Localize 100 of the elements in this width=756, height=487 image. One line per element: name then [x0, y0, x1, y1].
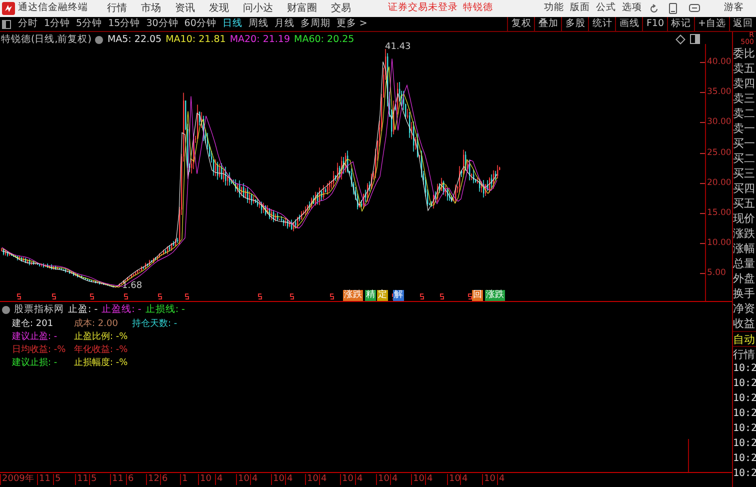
quote-label: 收益 [733, 316, 756, 331]
app-logo-icon [2, 2, 15, 15]
event-marker-icon[interactable] [420, 293, 424, 300]
date-label: 10 [271, 474, 284, 485]
period-tab[interactable]: 60分钟 [181, 17, 220, 31]
date-label: 10 [376, 474, 390, 485]
date-label: 11 [110, 474, 124, 485]
event-marker-icon[interactable] [124, 293, 128, 300]
period-tab[interactable]: 1分钟 [41, 17, 74, 31]
time-label: 10:2 [733, 422, 756, 436]
quote-label: 换手 [733, 286, 756, 301]
mode-tab[interactable]: 自动 [733, 331, 756, 346]
menu-item[interactable]: 功能 [544, 1, 564, 16]
date-label: 2009年 [0, 474, 34, 485]
quote-label: 总量 [733, 256, 756, 271]
low-price-label: 1.68 [122, 281, 142, 291]
indicator-field: 持仓天数: - [132, 318, 178, 330]
event-marker-icon[interactable] [90, 293, 94, 300]
toolbar-button[interactable]: +自选 [694, 17, 729, 31]
event-marker-icon[interactable] [17, 293, 21, 300]
date-label: 10 [411, 474, 424, 485]
moving-average-label: MA10: 21.81 [166, 33, 226, 47]
date-label: 4 [390, 474, 398, 485]
time-label: 10:2 [733, 392, 756, 406]
period-tab[interactable]: 多周期 [297, 17, 334, 31]
indicator-value: 止损线: - [145, 303, 185, 317]
moving-average-label: MA20: 21.19 [230, 33, 290, 47]
indicator-field: 止盈比例: -% [74, 331, 128, 343]
toolbar-button[interactable]: 统计 [588, 17, 616, 31]
quote-label: 现价 [733, 211, 756, 226]
event-marker-icon[interactable] [158, 293, 162, 300]
indicator-field: 止损幅度: -% [74, 357, 128, 369]
toolbar-button[interactable]: 画线 [615, 17, 642, 31]
toolbar-button[interactable]: 多股 [561, 17, 588, 31]
panel-toggle-icon[interactable] [2, 20, 11, 28]
quote-label: 买二 [733, 151, 756, 166]
menu-item[interactable]: 选项 [622, 1, 642, 16]
menu-item[interactable]: 行情 [107, 1, 127, 16]
axis-label: 10.00 [707, 238, 732, 248]
quote-label: 涨幅 [733, 241, 756, 256]
date-label: 4 [497, 474, 505, 485]
toolbar-button[interactable]: 复权 [507, 17, 534, 31]
period-tab[interactable]: 5分钟 [73, 17, 106, 31]
date-label: 5 [53, 474, 61, 485]
menu-item[interactable]: 发现 [209, 1, 229, 16]
axis-label: 5.00 [707, 268, 726, 278]
quote-label: 涨跌 [733, 226, 756, 241]
quote-label: 卖四 [733, 76, 756, 91]
quote-label: 卖二 [733, 106, 756, 121]
period-tab[interactable]: 15分钟 [105, 17, 144, 31]
toolbar-button[interactable]: 标记 [667, 17, 694, 31]
quote-label: 委比 [733, 46, 756, 61]
message-icon[interactable] [689, 4, 700, 13]
indicator-field: 建议止损: - [12, 357, 58, 369]
period-tab[interactable]: 周线 [245, 17, 272, 31]
axis-label: 30.00 [707, 117, 732, 128]
event-marker-icon[interactable] [468, 293, 472, 300]
toolbar-button[interactable]: 返回 [729, 17, 756, 31]
period-tab[interactable]: 日线 [219, 17, 246, 31]
event-marker-icon[interactable] [290, 293, 294, 300]
menu-item[interactable]: 版面 [570, 1, 590, 16]
axis-label: 35.00 [707, 87, 732, 98]
mode-tab[interactable]: 行情 [733, 346, 756, 361]
window-toggle-icon[interactable] [690, 34, 700, 44]
menu-item[interactable]: 资讯 [175, 1, 195, 16]
axis-label: 40.00 [707, 57, 732, 67]
event-marker-icon[interactable] [330, 293, 334, 300]
date-label: 10 [305, 474, 318, 485]
indicator-field: 成本: 2.00 [74, 318, 118, 330]
settings-icon[interactable] [2, 306, 10, 314]
menu-item[interactable]: 财富圈 [287, 1, 317, 16]
event-marker-icon[interactable] [258, 293, 262, 300]
menu-item[interactable]: 问小达 [243, 1, 273, 16]
date-label: 1 [180, 474, 188, 485]
period-tab[interactable]: 月线 [271, 17, 298, 31]
refresh-icon[interactable] [649, 4, 659, 14]
date-label: 4 [215, 474, 223, 485]
menu-item[interactable]: 公式 [596, 1, 616, 16]
period-tab[interactable]: 更多 > [333, 17, 370, 31]
date-label: 4 [285, 474, 293, 485]
event-marker-icon[interactable] [440, 293, 444, 300]
time-label: 10:2 [733, 452, 756, 466]
settings-icon[interactable] [95, 36, 104, 44]
menu-item[interactable]: 市场 [141, 1, 161, 16]
event-tag[interactable]: 解 [393, 290, 404, 301]
phone-icon[interactable] [669, 3, 677, 14]
event-marker-icon[interactable] [185, 293, 189, 300]
toolbar-button[interactable]: 叠加 [534, 17, 562, 31]
quote-label: 卖五 [733, 61, 756, 76]
indicator-title: 股票指标网 [14, 303, 64, 317]
quote-label: 卖一 [733, 121, 756, 136]
stock-link[interactable]: 特锐德 [463, 1, 493, 16]
period-tab[interactable]: 分时 [15, 17, 41, 31]
menu-item[interactable]: 交易 [331, 1, 351, 16]
period-tab[interactable]: 30分钟 [143, 17, 182, 31]
event-marker-icon[interactable] [52, 293, 56, 300]
toolbar-button[interactable]: F10 [642, 17, 668, 31]
time-label: 10:2 [733, 377, 756, 391]
indicator-field: 日均收益: -% [12, 344, 66, 356]
user-label[interactable]: 游客 [724, 1, 744, 16]
